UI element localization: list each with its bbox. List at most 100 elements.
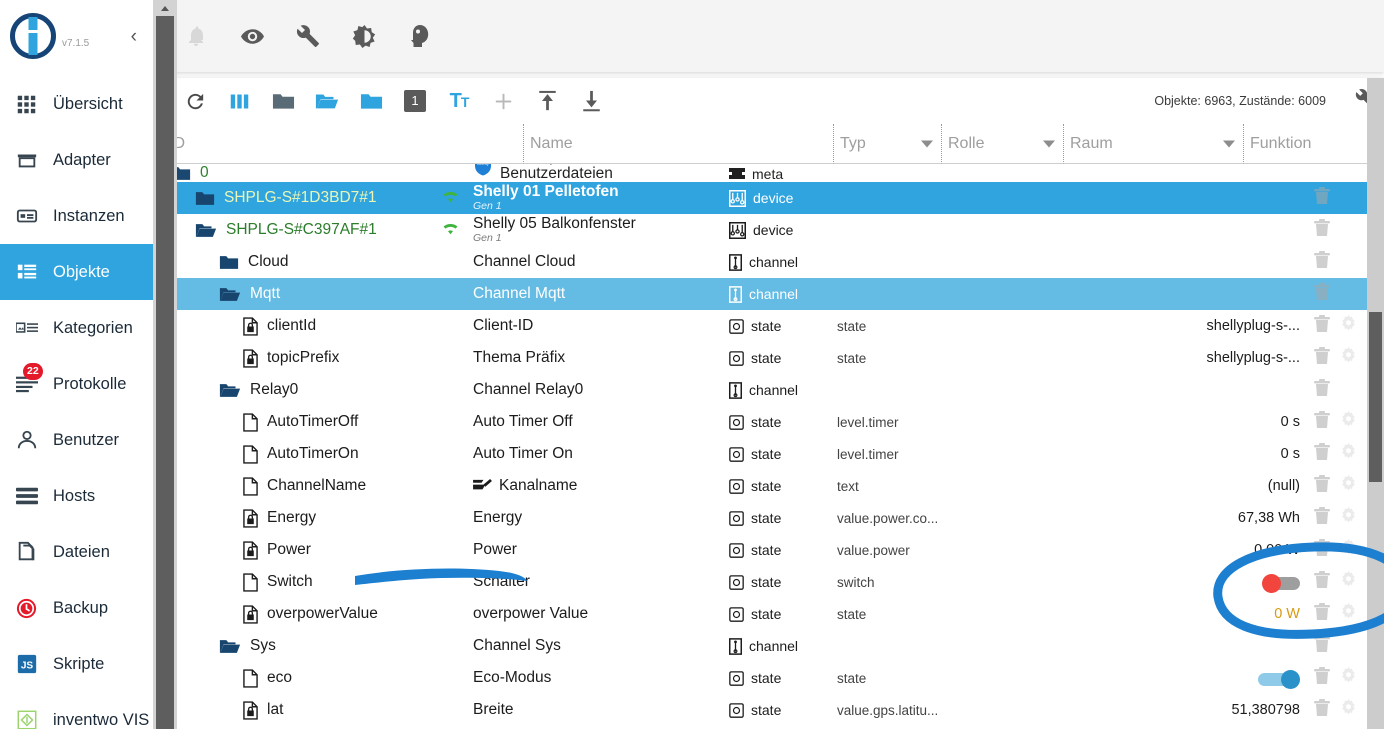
filter-rolle[interactable]: Rolle: [941, 124, 1063, 164]
row-id-cell[interactable]: clientId: [163, 310, 427, 342]
delete-icon[interactable]: [1314, 282, 1330, 306]
table-row[interactable]: SHPLG-S#1D3BD7#1 Shelly 01 Pelletofen Gen …: [163, 182, 1384, 214]
delete-icon[interactable]: [1314, 250, 1330, 274]
row-value-cell[interactable]: [959, 662, 1308, 694]
row-id-cell[interactable]: Switch: [163, 566, 427, 598]
gear-icon[interactable]: [1340, 443, 1357, 465]
table-row[interactable]: Power Power state value.power 0,00 W: [163, 534, 1384, 566]
table-row[interactable]: ChannelName Kanalname state text (null): [163, 470, 1384, 502]
row-id-cell[interactable]: Energy: [163, 502, 427, 534]
depth-level-badge[interactable]: 1: [393, 81, 437, 121]
delete-icon[interactable]: [1314, 634, 1330, 658]
delete-icon[interactable]: [1314, 538, 1330, 562]
row-name-cell[interactable]: Channel Cloud: [473, 246, 729, 278]
row-id-cell[interactable]: ChannelName: [163, 470, 427, 502]
objects-scrollbar-thumb[interactable]: [1369, 312, 1382, 482]
table-row[interactable]: overpowerValue overpower Value state state 0…: [163, 598, 1384, 630]
row-name-cell[interactable]: Energy: [473, 502, 729, 534]
sidebar-item-hosts[interactable]: Hosts: [0, 468, 153, 524]
expert-mode-eye-icon[interactable]: [235, 19, 269, 53]
expand-one-folder-icon[interactable]: [349, 81, 393, 121]
filter-typ[interactable]: Typ: [833, 124, 941, 164]
row-value-cell[interactable]: 51,380798: [959, 694, 1308, 726]
import-icon[interactable]: [525, 81, 569, 121]
sidebar-item-adapter[interactable]: Adapter: [0, 132, 153, 188]
gear-icon[interactable]: [1340, 667, 1357, 689]
row-id-cell[interactable]: Relay0: [163, 374, 427, 406]
sidebar-item--bersicht[interactable]: Übersicht: [0, 76, 153, 132]
row-id-cell[interactable]: lat: [163, 694, 427, 726]
sidebar-item-protokolle[interactable]: 22 Protokolle: [0, 356, 153, 412]
table-row[interactable]: Switch Schalter state switch: [163, 566, 1384, 598]
row-name-cell[interactable]: Channel Sys: [473, 630, 729, 662]
row-name-cell[interactable]: Thema Präfix: [473, 342, 729, 374]
text-size-icon[interactable]: TT: [437, 81, 481, 121]
sidebar-item-benutzer[interactable]: Benutzer: [0, 412, 153, 468]
user-head-icon[interactable]: [403, 19, 437, 53]
row-name-cell[interactable]: Breite: [473, 694, 729, 726]
row-value-cell[interactable]: 0 s: [959, 438, 1308, 470]
table-row[interactable]: lat Breite state value.gps.latitu... 51,3807…: [163, 694, 1384, 726]
chevron-down-icon[interactable]: [921, 140, 933, 147]
add-object-icon[interactable]: [481, 81, 525, 121]
gear-icon[interactable]: [1340, 507, 1357, 529]
row-value-cell[interactable]: [959, 214, 1308, 246]
delete-icon[interactable]: [1314, 346, 1330, 370]
gear-icon[interactable]: [1340, 347, 1357, 369]
table-row[interactable]: 0 Shelly Meta Speicher für Benutzerdateien…: [163, 164, 1384, 182]
row-value-cell[interactable]: [959, 630, 1308, 662]
delete-icon[interactable]: [1314, 698, 1330, 722]
columns-icon[interactable]: [217, 81, 261, 121]
row-value-toggle[interactable]: [1258, 670, 1300, 689]
row-value-cell[interactable]: [959, 374, 1308, 406]
gear-icon[interactable]: [1340, 603, 1357, 625]
delete-icon[interactable]: [1314, 442, 1330, 466]
row-value-cell[interactable]: shellyplug-s-...: [959, 310, 1308, 342]
row-id-cell[interactable]: Cloud: [163, 246, 427, 278]
row-value-cell[interactable]: 67,38 Wh: [959, 502, 1308, 534]
row-id-cell[interactable]: Power: [163, 534, 427, 566]
table-row[interactable]: Relay0 Channel Relay0 channel: [163, 374, 1384, 406]
delete-icon[interactable]: [1314, 570, 1330, 594]
delete-icon[interactable]: [1314, 410, 1330, 434]
sidebar-item-inventwo-vis[interactable]: inventwo VIS: [0, 692, 153, 729]
row-id-cell[interactable]: overpowerValue: [163, 598, 427, 630]
gear-icon[interactable]: [1340, 571, 1357, 593]
row-value-cell[interactable]: [959, 182, 1308, 214]
table-row[interactable]: eco Eco-Modus state state: [163, 662, 1384, 694]
row-name-cell[interactable]: Auto Timer On: [473, 438, 729, 470]
row-id-cell[interactable]: AutoTimerOff: [163, 406, 427, 438]
sidebar-item-kategorien[interactable]: Kategorien: [0, 300, 153, 356]
row-name-cell[interactable]: Shelly 01 Pelletofen Gen 1: [473, 182, 729, 214]
row-value-cell[interactable]: [959, 566, 1308, 598]
delete-icon[interactable]: [1314, 378, 1330, 402]
delete-icon[interactable]: [1314, 186, 1330, 210]
row-id-cell[interactable]: AutoTimerOn: [163, 438, 427, 470]
theme-brightness-icon[interactable]: [347, 19, 381, 53]
sidebar-item-instanzen[interactable]: Instanzen: [0, 188, 153, 244]
row-value-cell[interactable]: 0,00 W: [959, 534, 1308, 566]
row-name-cell[interactable]: Eco-Modus: [473, 662, 729, 694]
collapse-all-folder-icon[interactable]: [261, 81, 305, 121]
sidebar-item-objekte[interactable]: Objekte: [0, 244, 153, 300]
sidebar-item-dateien[interactable]: Dateien: [0, 524, 153, 580]
row-name-cell[interactable]: Power: [473, 534, 729, 566]
table-row[interactable]: AutoTimerOn Auto Timer On state level.timer…: [163, 438, 1384, 470]
row-id-cell[interactable]: 0: [163, 164, 427, 182]
row-id-cell[interactable]: Mqtt: [163, 278, 427, 310]
gear-icon[interactable]: [1340, 539, 1357, 561]
table-row[interactable]: Sys Channel Sys channel: [163, 630, 1384, 662]
sidebar-item-backup[interactable]: Backup: [0, 580, 153, 636]
row-name-cell[interactable]: Schalter: [473, 566, 729, 598]
table-row[interactable]: clientId Client-ID state state shellyplug-s-…: [163, 310, 1384, 342]
expand-all-folder-icon[interactable]: [305, 81, 349, 121]
row-name-cell[interactable]: Kanalname: [473, 470, 729, 502]
row-name-cell[interactable]: overpower Value: [473, 598, 729, 630]
row-id-cell[interactable]: topicPrefix: [163, 342, 427, 374]
sidebar-item-skripte[interactable]: JS Skripte: [0, 636, 153, 692]
gear-icon[interactable]: [1340, 315, 1357, 337]
objects-scrollbar-vertical[interactable]: [1367, 78, 1384, 729]
delete-icon[interactable]: [1314, 666, 1330, 690]
row-name-cell[interactable]: Channel Mqtt: [473, 278, 729, 310]
delete-icon[interactable]: [1314, 474, 1330, 498]
